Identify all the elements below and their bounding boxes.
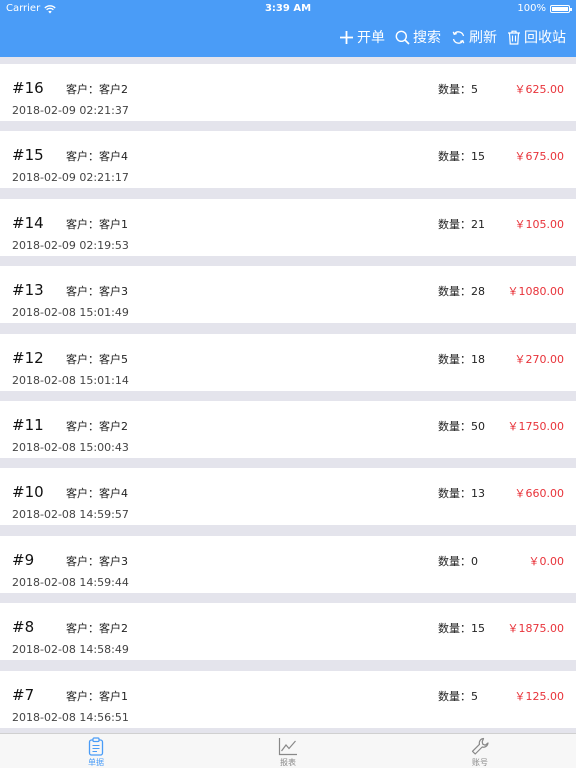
order-customer: 客户：客户1 xyxy=(66,217,128,231)
tab-account[interactable]: 账号 xyxy=(440,737,520,768)
nav-header: Carrier 3:39 AM 100% 开单 搜索 刷新 回收站 xyxy=(0,0,576,57)
plus-icon xyxy=(340,30,353,44)
order-row[interactable]: #12 客户：客户5 数量：18 ￥270.00 2018-02-08 15:01:14 xyxy=(0,333,576,391)
tab-reports-label: 报表 xyxy=(280,758,296,767)
order-customer: 客户：客户2 xyxy=(66,622,128,636)
order-row[interactable]: #9 客户：客户3 数量：0 ￥0.00 2018-02-08 14:59:44 xyxy=(0,535,576,593)
order-number: #15 xyxy=(12,146,44,165)
order-row[interactable]: #16 客户：客户2 数量：5 ￥625.00 2018-02-09 02:21:37 xyxy=(0,64,576,121)
order-customer: 客户：客户4 xyxy=(66,487,128,501)
order-price: ￥1750.00 xyxy=(507,420,565,433)
order-price: ￥125.00 xyxy=(514,689,565,703)
order-timestamp: 2018-02-08 14:58:49 xyxy=(12,643,129,657)
order-number: #8 xyxy=(12,618,35,637)
order-number: #16 xyxy=(12,79,44,97)
order-timestamp: 2018-02-09 02:21:17 xyxy=(12,171,129,185)
order-price: ￥270.00 xyxy=(514,352,565,366)
search-label: 搜索 xyxy=(413,30,441,46)
order-customer: 客户：客户5 xyxy=(66,352,128,366)
order-row[interactable]: #10 客户：客户4 数量：13 ￥660.00 2018-02-08 14:59:57 xyxy=(0,468,576,526)
order-quantity: 数量：0 xyxy=(438,554,478,568)
battery-percent: 100% xyxy=(517,3,546,14)
order-price: ￥1875.00 xyxy=(507,622,565,636)
order-timestamp: 2018-02-08 15:00:43 xyxy=(12,441,129,454)
order-timestamp: 2018-02-08 14:56:51 xyxy=(12,710,129,724)
clipboard-icon xyxy=(88,737,104,756)
order-customer: 客户：客户3 xyxy=(66,554,128,568)
refresh-icon xyxy=(452,30,465,44)
status-right: 100% xyxy=(517,0,572,18)
order-price: ￥1080.00 xyxy=(507,285,565,299)
recycle-bin-button[interactable]: 回收站 xyxy=(507,27,566,47)
order-customer: 客户：客户2 xyxy=(66,83,128,96)
order-timestamp: 2018-02-08 14:59:44 xyxy=(12,575,129,589)
order-number: #11 xyxy=(12,416,44,434)
order-price: ￥675.00 xyxy=(514,150,565,164)
order-quantity: 数量：15 xyxy=(438,150,485,164)
chart-line-icon xyxy=(278,738,297,756)
battery-icon xyxy=(550,5,572,13)
tab-account-label: 账号 xyxy=(472,758,488,767)
order-timestamp: 2018-02-09 02:19:53 xyxy=(12,238,129,252)
order-row[interactable]: #15 客户：客户4 数量：15 ￥675.00 2018-02-09 02:21:17 xyxy=(0,131,576,189)
order-number: #12 xyxy=(12,348,44,367)
order-number: #14 xyxy=(12,213,44,232)
order-price: ￥0.00 xyxy=(528,554,565,568)
refresh-label: 刷新 xyxy=(469,30,497,46)
search-button[interactable]: 搜索 xyxy=(395,27,441,47)
wrench-icon xyxy=(471,737,489,755)
order-customer: 客户：客户2 xyxy=(66,420,128,433)
order-row[interactable]: #14 客户：客户1 数量：21 ￥105.00 2018-02-09 02:19:53 xyxy=(0,198,576,256)
order-number: #9 xyxy=(12,550,35,569)
order-customer: 客户：客户1 xyxy=(66,689,128,703)
order-price: ￥105.00 xyxy=(514,217,565,231)
order-customer: 客户：客户4 xyxy=(66,150,128,164)
recycle-bin-label: 回收站 xyxy=(524,30,566,46)
order-timestamp: 2018-02-09 02:21:37 xyxy=(12,104,129,117)
order-price: ￥660.00 xyxy=(514,487,565,501)
order-row[interactable]: #7 客户：客户1 数量：5 ￥125.00 2018-02-08 14:56:51 xyxy=(0,670,576,728)
order-number: #10 xyxy=(12,483,44,502)
order-timestamp: 2018-02-08 15:01:49 xyxy=(12,306,129,320)
tab-orders-label: 单据 xyxy=(88,758,104,767)
order-number: #13 xyxy=(12,281,44,300)
trash-icon xyxy=(508,30,520,45)
tab-orders[interactable]: 单据 xyxy=(56,737,136,768)
status-bar: Carrier 3:39 AM 100% xyxy=(0,0,576,18)
order-quantity: 数量：18 xyxy=(438,352,485,366)
new-order-button[interactable]: 开单 xyxy=(339,27,385,47)
order-row[interactable]: #13 客户：客户3 数量：28 ￥1080.00 2018-02-08 15:01:4… xyxy=(0,266,576,324)
refresh-button[interactable]: 刷新 xyxy=(451,27,497,47)
order-row[interactable]: #8 客户：客户2 数量：15 ￥1875.00 2018-02-08 14:58:49 xyxy=(0,603,576,661)
tab-bar: 单据 报表 账号 xyxy=(0,733,576,768)
order-quantity: 数量：13 xyxy=(438,487,485,501)
order-quantity: 数量：28 xyxy=(438,285,485,299)
order-row[interactable]: #11 客户：客户2 数量：50 ￥1750.00 2018-02-08 15:00:4… xyxy=(0,401,576,458)
tab-reports[interactable]: 报表 xyxy=(248,737,328,768)
order-quantity: 数量：50 xyxy=(438,420,485,433)
order-quantity: 数量：5 xyxy=(438,83,478,96)
toolbar: 开单 搜索 刷新 回收站 xyxy=(339,26,566,48)
order-timestamp: 2018-02-08 14:59:57 xyxy=(12,508,129,522)
order-quantity: 数量：5 xyxy=(438,689,478,703)
status-time: 3:39 AM xyxy=(264,3,312,14)
order-quantity: 数量：15 xyxy=(438,622,485,636)
order-number: #7 xyxy=(12,685,35,704)
order-customer: 客户：客户3 xyxy=(66,285,128,299)
order-timestamp: 2018-02-08 15:01:14 xyxy=(12,373,129,387)
order-quantity: 数量：21 xyxy=(438,217,485,231)
order-price: ￥625.00 xyxy=(514,83,565,96)
new-order-label: 开单 xyxy=(357,30,385,46)
search-icon xyxy=(395,30,410,45)
